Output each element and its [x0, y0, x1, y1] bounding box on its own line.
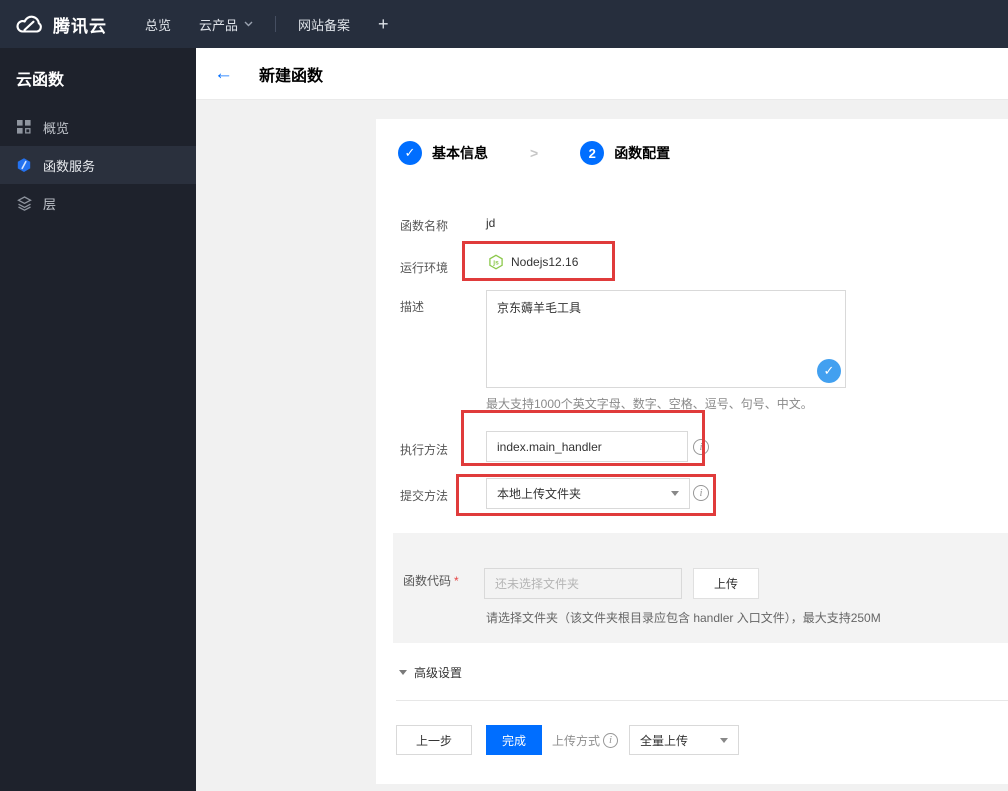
grid-icon: [16, 119, 32, 135]
step-label: 函数配置: [614, 145, 671, 161]
top-nav-menu: 总览 云产品 网站备案 +: [131, 0, 403, 48]
brand-logo[interactable]: 腾讯云: [14, 12, 107, 37]
nav-item-overview[interactable]: 总览: [131, 0, 185, 48]
submit-method-info-icon[interactable]: i: [693, 485, 709, 501]
advanced-settings-toggle[interactable]: 高级设置: [399, 664, 462, 681]
step-basic-info: ✓ 基本信息: [398, 141, 488, 165]
description-textarea[interactable]: 京东薅羊毛工具: [486, 290, 846, 388]
step-chevron-icon: >: [530, 145, 539, 161]
dropdown-caret-icon: [720, 737, 728, 743]
collapse-triangle-icon: [399, 670, 407, 675]
footer-divider: [396, 700, 1008, 701]
sidebar-item-overview[interactable]: 概览: [0, 108, 196, 146]
valid-check-icon: ✓: [817, 359, 841, 383]
create-function-card: ✓ 基本信息 > 2 函数配置 函数名称 jd 运行环境 js Nodejs12…: [376, 119, 1008, 784]
sidebar-item-function-service[interactable]: 函数服务: [0, 146, 196, 184]
finish-button[interactable]: 完成: [486, 725, 542, 755]
runtime-value: js Nodejs12.16: [488, 254, 578, 270]
function-name-label: 函数名称: [400, 219, 449, 233]
upload-mode-select[interactable]: 全量上传: [629, 725, 739, 755]
back-arrow-icon[interactable]: ←: [214, 64, 233, 83]
handler-info-icon[interactable]: i: [693, 439, 709, 455]
submit-method-select[interactable]: 本地上传文件夹: [486, 478, 690, 509]
function-code-helper-text: 请选择文件夹（该文件夹根目录应包含 handler 入口文件），最大支持250M: [486, 611, 881, 625]
function-code-label: 函数代码 *: [403, 574, 459, 588]
upload-mode-value: 全量上传: [640, 733, 689, 748]
function-name-value: jd: [486, 216, 496, 230]
step-function-config: 2 函数配置: [580, 141, 670, 165]
top-navbar: 腾讯云 总览 云产品 网站备案 +: [0, 0, 1008, 48]
handler-input[interactable]: [486, 431, 688, 462]
upload-button[interactable]: 上传: [693, 568, 759, 599]
description-helper-text: 最大支持1000个英文字母、数字、空格、逗号、句号、中文。: [486, 397, 813, 411]
layers-icon: [16, 195, 32, 211]
function-service-icon: [16, 157, 32, 173]
page-header: ← 新建函数: [196, 48, 1008, 100]
nav-item-website-icp[interactable]: 网站备案: [284, 0, 364, 48]
sidebar-item-label: 函数服务: [43, 158, 96, 174]
description-label: 描述: [400, 300, 425, 314]
nav-item-cloud-products[interactable]: 云产品: [185, 0, 267, 48]
nodejs-icon: js: [488, 254, 504, 270]
submit-method-label: 提交方法: [400, 489, 449, 503]
handler-label: 执行方法: [400, 443, 449, 457]
chevron-down-icon: [244, 21, 253, 27]
dropdown-caret-icon: [671, 491, 679, 496]
step-number: 2: [580, 141, 605, 165]
sidebar-item-layers[interactable]: 层: [0, 184, 196, 222]
advanced-settings-label: 高级设置: [414, 666, 463, 680]
main-area: ← 新建函数 ✓ 基本信息 > 2 函数配置 函数名称 jd 运行环境 js N…: [196, 48, 1008, 791]
previous-step-button[interactable]: 上一步: [396, 725, 472, 755]
sidebar-item-label: 概览: [43, 120, 70, 136]
nav-add-button[interactable]: +: [364, 0, 403, 48]
step-label: 基本信息: [432, 145, 488, 161]
sidebar-title: 云函数: [16, 72, 65, 89]
svg-text:js: js: [492, 260, 499, 267]
sidebar-item-label: 层: [43, 196, 57, 212]
nav-divider: [275, 16, 277, 32]
required-mark: *: [454, 574, 459, 588]
page-title: 新建函数: [259, 67, 324, 85]
runtime-label: 运行环境: [400, 261, 449, 275]
submit-method-value: 本地上传文件夹: [497, 487, 582, 501]
step-check-icon: ✓: [398, 141, 422, 165]
upload-mode-info-icon[interactable]: i: [603, 733, 619, 748]
upload-mode-label: 上传方式 i: [552, 732, 619, 749]
brand-name: 腾讯云: [53, 16, 107, 36]
folder-path-input: [484, 568, 682, 599]
sidebar: 云函数 概览 函数服务 层: [0, 48, 196, 791]
runtime-text: Nodejs12.16: [511, 255, 579, 269]
step-indicator: ✓ 基本信息 > 2 函数配置: [398, 141, 670, 165]
cloud-logo-icon: [14, 13, 44, 35]
